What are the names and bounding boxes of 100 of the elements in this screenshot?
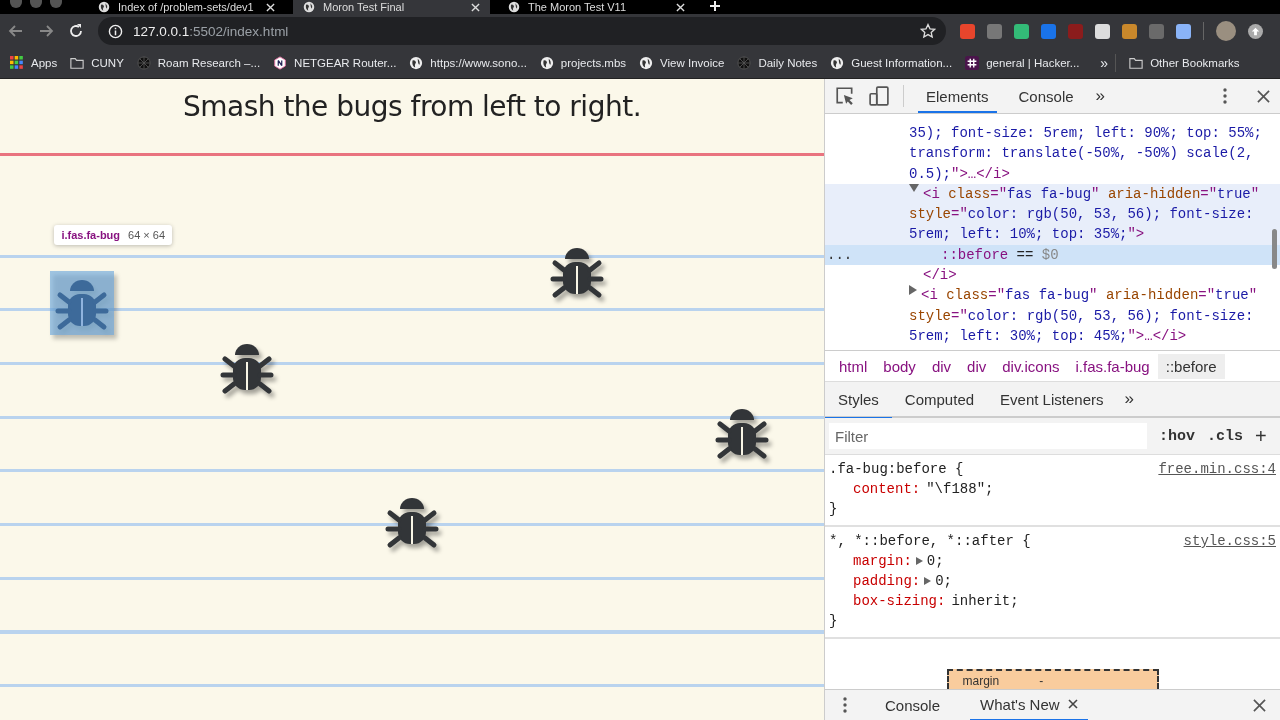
box-label: margin [962,673,1000,689]
dom-code-line[interactable]: <i class="fas fa-bug" aria-hidden="true" [921,285,1258,306]
extension-icon[interactable] [1122,23,1137,39]
extension-icon[interactable] [1014,23,1029,39]
new-rule-button[interactable]: + [1255,424,1267,448]
update-icon[interactable] [1248,23,1263,39]
globe-icon [409,56,424,70]
css-property[interactable]: content: [853,479,921,499]
folder-icon [70,56,85,70]
breadcrumb[interactable]: div.icons [994,353,1068,379]
bookmark[interactable]: projects.mbs [539,56,627,70]
devtools-tab[interactable]: Console [1010,79,1082,113]
bookmark[interactable]: general | Hacker... [965,56,1080,70]
styles-tab[interactable]: Computed [891,381,988,417]
browser-tab[interactable]: Moron Test Final [293,0,490,14]
dom-code-line[interactable]: 5rem; left: 30%; top: 45%;">…</i> [909,325,1187,347]
hash-icon [965,56,980,70]
menu-icon[interactable] [843,697,847,713]
devtools-tab[interactable]: Elements [918,79,997,113]
dom-code-line[interactable]: 0.5);">…</i> [909,163,1010,184]
new-tab-icon[interactable] [709,0,721,12]
more-tabs-button[interactable]: » [1095,86,1106,106]
breadcrumb[interactable]: i.fas.fa-bug [1067,353,1158,379]
browser-tab[interactable]: Index of /problem-sets/dev1 [88,0,285,14]
css-property[interactable]: margin: [853,551,912,571]
bookmark[interactable]: NETGEAR Router... [273,56,397,70]
breadcrumb[interactable]: div [923,353,960,379]
box-value: - [1039,673,1044,689]
expand-triangle-icon[interactable] [909,183,919,192]
css-value[interactable]: inherit; [951,591,1019,611]
reload-icon[interactable] [68,23,84,39]
bookmark[interactable]: Daily Notes [737,56,818,70]
breadcrumb[interactable]: ::before [1157,353,1225,379]
closing-brace: } [829,500,839,519]
css-value[interactable]: "\f188"; [926,479,994,499]
hov-button[interactable]: :hov [1159,427,1195,445]
source-link[interactable]: free.min.css:4 [1158,459,1276,479]
globe-icon [508,1,520,13]
css-selector: *, *::before, *::after { [829,532,1031,551]
expand-triangle-icon[interactable] [909,285,917,296]
circle-icon [737,56,752,70]
bookmark[interactable]: CUNY [70,56,124,70]
cls-button[interactable]: .cls [1207,427,1244,445]
globe-icon [639,56,654,70]
globe-icon [539,56,554,70]
address-bar[interactable]: 127.0.0.1:5502/index.html [98,17,946,45]
styles-tab[interactable]: Event Listeners [987,381,1117,417]
device-icon[interactable] [869,86,889,106]
bookmark[interactable]: Apps [10,56,58,70]
breadcrumb[interactable]: div [959,353,995,379]
menu-icon[interactable] [1223,88,1227,104]
dom-code-line[interactable]: ::before == $0 [941,244,1059,266]
more-tabs-button[interactable]: » [1124,389,1134,409]
hexagon-icon [273,56,288,70]
expand-triangle-icon[interactable] [915,557,923,565]
apps-grid-icon [10,56,24,70]
dom-code-line[interactable]: style="color: rgb(50, 53, 56); font-size: [909,305,1254,326]
drawer-tab[interactable]: What's New [970,689,1088,720]
dom-code-line[interactable]: transform: translate(-50%, -50%) scale(2, [909,143,1254,164]
css-property[interactable]: box-sizing: [853,591,946,611]
bookmark[interactable]: Guest Information... [830,56,953,70]
expand-triangle-icon[interactable] [924,577,932,585]
globe-icon [830,56,845,70]
css-selector: .fa-bug:before { [829,460,964,479]
window-control-icon[interactable] [30,0,42,8]
forward-icon[interactable] [38,23,54,39]
breadcrumb[interactable]: body [875,353,924,379]
browser-tab[interactable]: The Moron Test V11 [498,0,695,14]
close-icon[interactable] [1257,89,1270,103]
dom-code-line[interactable]: </i> [923,265,957,286]
close-icon[interactable] [1067,699,1078,709]
dom-code-line[interactable]: 35); font-size: 5rem; left: 90%; top: 55%; [909,123,1262,144]
close-icon[interactable] [1253,698,1266,712]
breadcrumb[interactable]: html [831,353,876,379]
back-icon[interactable] [8,23,24,39]
window-control-icon[interactable] [10,0,22,8]
star-icon[interactable] [920,23,936,39]
bookmark[interactable]: https://www.sono... [409,56,527,70]
folder-icon [1129,56,1144,70]
element-tooltip: i.fas.fa-bug 64 × 64 [54,225,173,246]
info-icon[interactable] [108,23,123,39]
bookmark[interactable]: View Invoice [639,56,725,70]
source-link[interactable]: style.css:5 [1183,531,1276,551]
avatar-icon[interactable] [1216,21,1236,41]
globe-icon [303,1,315,13]
css-value[interactable]: 0; [926,551,944,571]
ellipsis-marker[interactable]: ... [827,244,853,266]
extension-icon[interactable] [1095,23,1110,39]
drawer-tab[interactable]: Console [875,690,951,720]
window-control-icon[interactable] [50,0,62,8]
globe-icon [98,1,110,13]
css-value[interactable]: 0; [935,571,953,591]
bookmark-folder[interactable]: Other Bookmarks [1129,56,1240,70]
css-property[interactable]: padding: [853,571,921,591]
more-bookmarks-button[interactable]: » [1100,55,1109,71]
page-heading: Smash the bugs from left to right. [181,89,643,123]
filter-field[interactable]: Filter [829,423,1147,449]
inspect-icon[interactable] [835,86,855,106]
bookmark[interactable]: Roam Research –... [136,56,261,70]
extension-icon[interactable] [1176,23,1191,39]
